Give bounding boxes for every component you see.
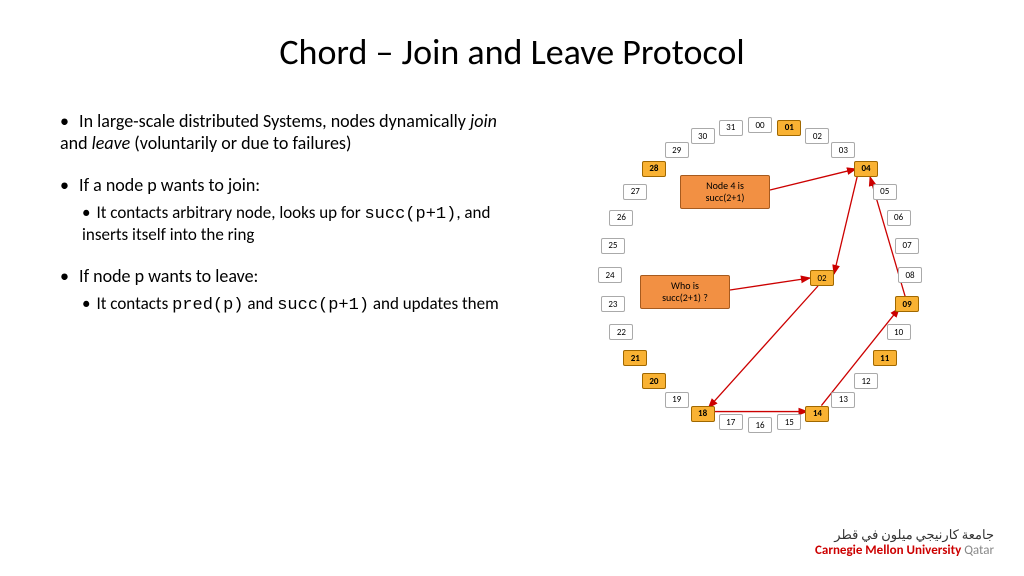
ring-node-06: 06 bbox=[887, 210, 911, 226]
ring-node-27: 27 bbox=[623, 184, 647, 200]
ring-node-15: 15 bbox=[777, 414, 801, 430]
ring-node-05: 05 bbox=[873, 184, 897, 200]
ring-node-04: 04 bbox=[854, 161, 878, 177]
ring-node-12: 12 bbox=[854, 373, 878, 389]
ring-node-23: 23 bbox=[601, 296, 625, 312]
ring-node-20: 20 bbox=[642, 373, 666, 389]
ring-node-17: 17 bbox=[719, 414, 743, 430]
footer-arabic: جامعة كارنيجي ميلون في قطر bbox=[815, 528, 994, 543]
slide-title: Chord – Join and Leave Protocol bbox=[0, 30, 1024, 74]
chord-ring-diagram: Node 4 is succ(2+1) Who is succ(2+1) ? 0… bbox=[560, 105, 960, 465]
ring-node-16: 16 bbox=[748, 417, 772, 433]
callout-node4: Node 4 is succ(2+1) bbox=[680, 175, 770, 209]
ring-node-11: 11 bbox=[873, 350, 897, 366]
footer-logo: جامعة كارنيجي ميلون في قطر Carnegie Mell… bbox=[815, 528, 994, 558]
ring-node-07: 07 bbox=[895, 238, 919, 254]
footer-english: Carnegie Mellon University Qatar bbox=[815, 543, 994, 558]
ring-node-22: 22 bbox=[609, 324, 633, 340]
ring-node-10: 10 bbox=[887, 324, 911, 340]
ring-node-31: 31 bbox=[719, 120, 743, 136]
ring-node-28: 28 bbox=[642, 161, 666, 177]
ring-node-19: 19 bbox=[665, 392, 689, 408]
callout-whois: Who is succ(2+1) ? bbox=[640, 275, 730, 309]
bullet-3a: It contacts pred(p) and succ(p+1) and up… bbox=[82, 293, 520, 315]
ring-node-02: 02 bbox=[805, 128, 829, 144]
ring-node-14: 14 bbox=[805, 406, 829, 422]
ring-node-03: 03 bbox=[831, 142, 855, 158]
bullet-2: If a node p wants to join: It contacts a… bbox=[60, 174, 520, 245]
ring-node-13: 13 bbox=[831, 392, 855, 408]
joining-node-02: 02 bbox=[810, 270, 834, 286]
ring-node-01: 01 bbox=[777, 120, 801, 136]
bullet-1: In large-scale distributed Systems, node… bbox=[60, 110, 520, 154]
arrows-svg bbox=[560, 105, 960, 465]
ring-node-08: 08 bbox=[898, 267, 922, 283]
ring-node-00: 00 bbox=[748, 117, 772, 133]
ring-node-21: 21 bbox=[623, 350, 647, 366]
body-text: In large-scale distributed Systems, node… bbox=[60, 110, 520, 335]
bullet-3: If node p wants to leave: It contacts pr… bbox=[60, 265, 520, 315]
ring-node-29: 29 bbox=[665, 142, 689, 158]
ring-node-18: 18 bbox=[691, 406, 715, 422]
ring-node-30: 30 bbox=[691, 128, 715, 144]
ring-node-24: 24 bbox=[598, 267, 622, 283]
ring-node-09: 09 bbox=[895, 296, 919, 312]
ring-node-26: 26 bbox=[609, 210, 633, 226]
ring-node-25: 25 bbox=[601, 238, 625, 254]
bullet-2a: It contacts arbitrary node, looks up for… bbox=[82, 202, 520, 245]
